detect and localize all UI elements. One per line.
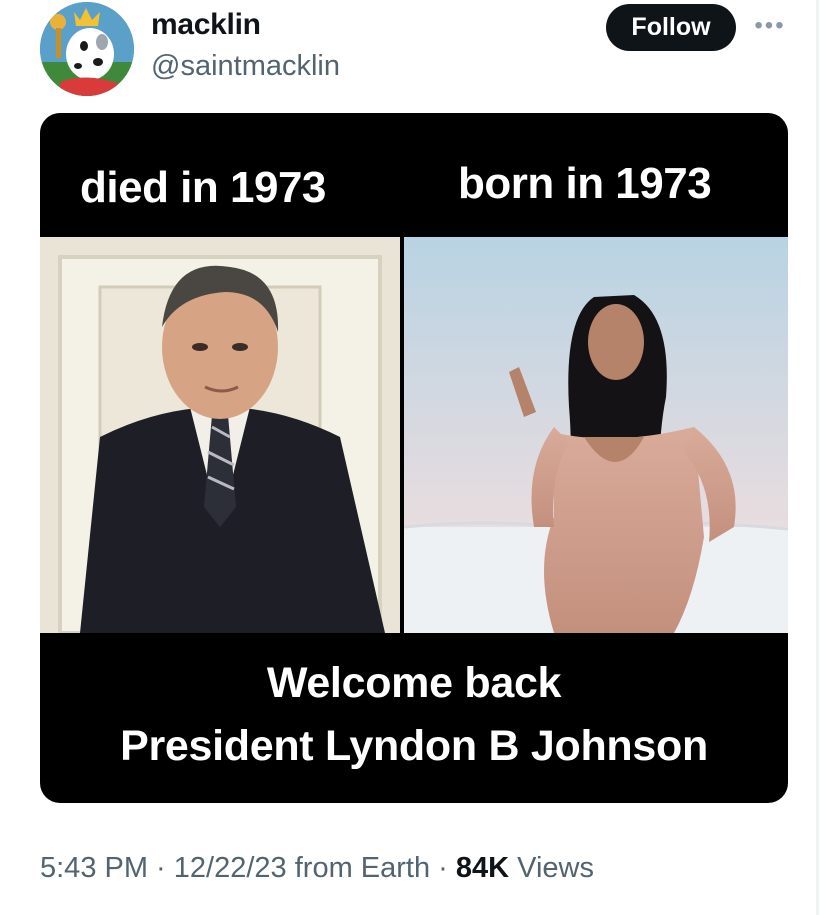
caption-bottom-line1: Welcome back [266,659,562,707]
portrait-photo-left [40,237,400,633]
column-border [816,0,819,915]
tweet-media[interactable]: died in 1973 born in 1973 Welcome back P… [40,113,788,803]
portrait-photo-right [404,237,788,633]
user-handle[interactable]: @saintmacklin [151,50,340,83]
tweet-time[interactable]: 5:43 PM [40,852,148,884]
tweet-source: from Earth [294,852,431,884]
tweet-date[interactable]: 12/22/23 [174,852,287,884]
caption-bottom-line2: President Lyndon B Johnson [120,722,708,770]
avatar-image [40,2,134,96]
display-name[interactable]: macklin [151,8,261,42]
avatar[interactable] [40,2,134,96]
follow-button[interactable]: Follow [606,4,736,51]
meta-separator: · [430,852,456,884]
caption-left: died in 1973 [80,163,326,212]
tweet-meta: 5:43 PM · 12/22/23 from Earth · 84K View… [40,852,594,885]
views-label[interactable]: Views [517,852,594,884]
meta-separator: · [148,852,174,884]
views-count[interactable]: 84K [456,852,509,884]
more-horizontal-icon[interactable]: ••• [750,14,790,38]
tweet-detail: macklin @saintmacklin Follow ••• died in… [0,0,828,915]
caption-right: born in 1973 [458,159,712,208]
